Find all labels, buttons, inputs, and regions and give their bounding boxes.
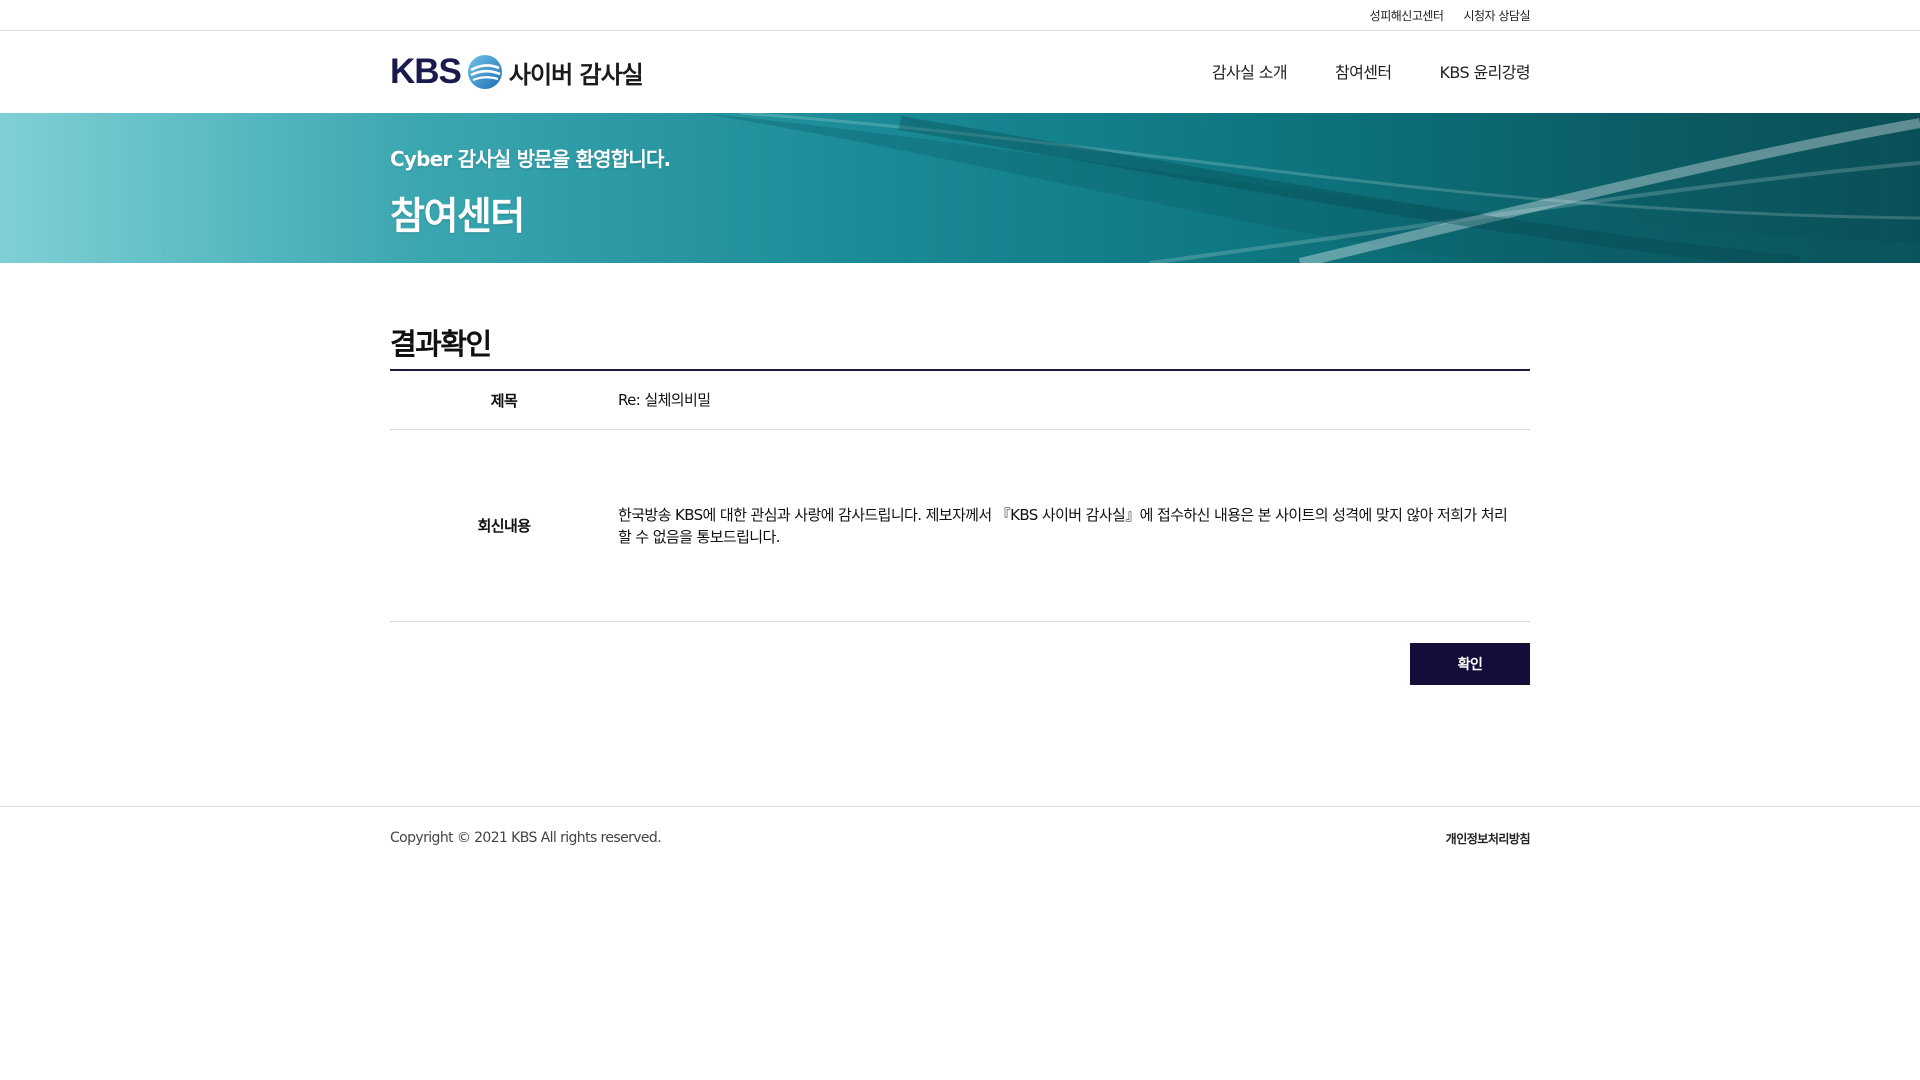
reply-row: 회신내용 한국방송 KBS에 대한 관심과 사랑에 감사드립니다. 제보자께서 … (390, 430, 1530, 622)
confirm-button[interactable]: 확인 (1410, 643, 1530, 685)
page-title: 결과확인 (390, 327, 492, 361)
reply-value: 한국방송 KBS에 대한 관심과 사랑에 감사드립니다. 제보자께서 『KBS … (618, 505, 1508, 546)
nav-item-audit-intro[interactable]: 감사실 소개 (1212, 59, 1288, 83)
nav-item-participation-center[interactable]: 참여센터 (1335, 59, 1392, 83)
logo-title: 사이버 감사실 (508, 60, 644, 89)
privacy-policy-link[interactable]: 개인정보처리방침 (1446, 830, 1531, 847)
page-banner: Cyber 감사실 방문을 환영합니다. 참여센터 (0, 113, 1920, 263)
reply-label: 회신내용 (477, 517, 531, 535)
result-table: 제목 Re: 실체의비밀 회신내용 한국방송 KBS에 대한 관심과 사랑에 감… (390, 369, 1530, 622)
site-footer: Copyright © 2021 KBS All rights reserved… (0, 806, 1920, 866)
kbs-logo-wordmark: KBS (390, 52, 462, 91)
site-logo[interactable]: KBS 사이버 감사실 (390, 51, 644, 93)
banner-title: 참여센터 (390, 194, 525, 238)
kbs-globe-icon (467, 55, 502, 89)
banner-subtitle: Cyber 감사실 방문을 환영합니다. (390, 147, 671, 171)
viewer-counseling-link[interactable]: 시청자 상담실 (1463, 7, 1530, 24)
subject-label: 제목 (490, 391, 518, 410)
nav-item-ethics-code[interactable]: KBS 윤리강령 (1439, 59, 1530, 83)
subject-value: Re: 실체의비밀 (618, 391, 711, 409)
main-nav: 감사실 소개 참여센터 KBS 윤리강령 (1212, 59, 1531, 83)
subject-row: 제목 Re: 실체의비밀 (390, 371, 1530, 430)
utility-bar: 성피해신고센터 시청자 상담실 (0, 0, 1920, 31)
utility-links: 성피해신고센터 시청자 상담실 (1370, 7, 1531, 24)
copyright-text: Copyright © 2021 KBS All rights reserved… (390, 830, 662, 846)
banner-wave-decoration (700, 113, 1920, 263)
sexual-harassment-report-link[interactable]: 성피해신고센터 (1370, 7, 1444, 24)
site-header: KBS 사이버 감사실 감사실 소개 참여센터 KBS 윤리강령 (0, 31, 1920, 113)
